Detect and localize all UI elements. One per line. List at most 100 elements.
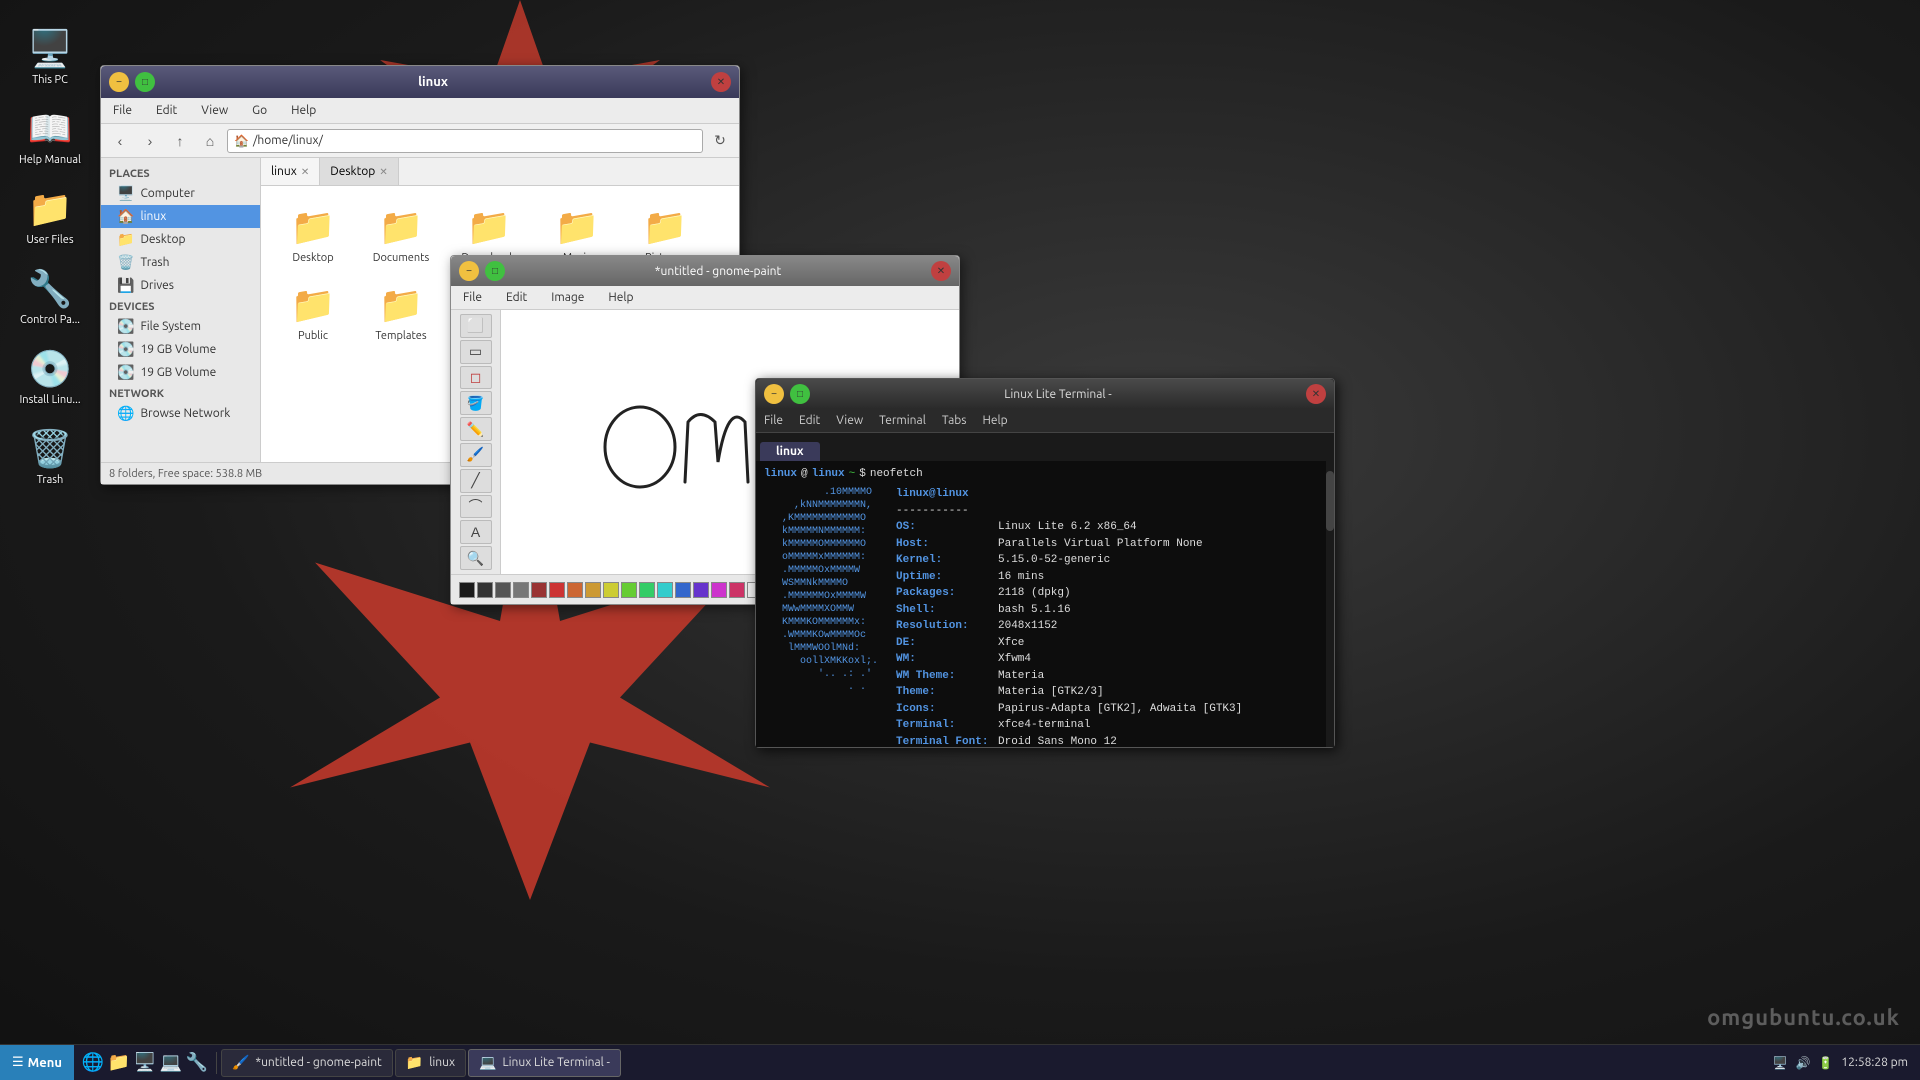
terminal-menu-terminal[interactable]: Terminal bbox=[879, 414, 926, 427]
color-swatch-yellow1[interactable] bbox=[585, 582, 601, 598]
sidebar-vol2[interactable]: 💽 19 GB Volume bbox=[101, 361, 260, 384]
terminal-body[interactable]: linux @ linux ~ $ neofetch .10MMMMO ,kNN… bbox=[756, 461, 1334, 747]
pencil-tool active[interactable]: ✏️ bbox=[460, 417, 492, 441]
color-swatch-red1[interactable] bbox=[531, 582, 547, 598]
menu-view[interactable]: View bbox=[197, 102, 232, 119]
paint-menu-help[interactable]: Help bbox=[604, 289, 637, 306]
desktop-icon-install-linux[interactable]: 💿 Install Linu... bbox=[10, 340, 90, 410]
sidebar-computer[interactable]: 🖥️ Computer bbox=[101, 182, 260, 205]
sidebar-browse-network[interactable]: 🌐 Browse Network bbox=[101, 402, 260, 425]
color-swatch-teal1[interactable] bbox=[657, 582, 673, 598]
terminal-tabs: linux bbox=[756, 433, 1334, 461]
nav-up-button[interactable]: ↑ bbox=[167, 128, 193, 154]
quicklaunch-terminal[interactable]: 💻 bbox=[160, 1052, 182, 1074]
nav-back-button[interactable]: ‹ bbox=[107, 128, 133, 154]
fill-tool[interactable]: 🪣 bbox=[460, 391, 492, 415]
places-section-title: Places bbox=[101, 164, 260, 182]
terminal-menu-edit[interactable]: Edit bbox=[799, 414, 820, 427]
file-desktop[interactable]: 📁 Desktop bbox=[273, 198, 353, 268]
terminal-menu-tabs[interactable]: Tabs bbox=[942, 414, 967, 427]
reload-button[interactable]: ↻ bbox=[707, 128, 733, 154]
paint-menu-edit[interactable]: Edit bbox=[502, 289, 531, 306]
taskbar-item-filemanager[interactable]: 📁 linux bbox=[395, 1049, 466, 1077]
color-swatch-gray2[interactable] bbox=[513, 582, 529, 598]
color-swatch-yellow2[interactable] bbox=[603, 582, 619, 598]
taskbar-item-paint[interactable]: 🖌️ *untitled - gnome-paint bbox=[221, 1049, 393, 1077]
templates-folder-label: Templates bbox=[375, 330, 426, 342]
color-swatch-dark[interactable] bbox=[477, 582, 493, 598]
menu-go[interactable]: Go bbox=[248, 102, 271, 119]
paint-menu-file[interactable]: File bbox=[459, 289, 486, 306]
minimize-button[interactable]: − bbox=[109, 72, 129, 92]
terminal-menu-help[interactable]: Help bbox=[982, 414, 1007, 427]
vol1-label: 19 GB Volume bbox=[140, 343, 216, 356]
terminal-menu-file[interactable]: File bbox=[764, 414, 783, 427]
user-files-label: User Files bbox=[26, 234, 73, 246]
taskbar-item-terminal[interactable]: 💻 Linux Lite Terminal - bbox=[468, 1049, 621, 1077]
color-swatch-green2[interactable] bbox=[639, 582, 655, 598]
brush-tool[interactable]: 🖌️ bbox=[460, 443, 492, 467]
paint-minimize-button[interactable]: − bbox=[459, 261, 479, 281]
terminal-tab-linux[interactable]: linux bbox=[760, 442, 820, 461]
rect-select-tool[interactable]: ▭ bbox=[460, 340, 492, 364]
terminal-close-button[interactable]: ✕ bbox=[1306, 384, 1326, 404]
terminal-maximize-button[interactable]: □ bbox=[790, 384, 810, 404]
text-tool[interactable]: A bbox=[460, 520, 492, 544]
tab-linux[interactable]: linux ✕ bbox=[261, 158, 320, 185]
color-swatch-green1[interactable] bbox=[621, 582, 637, 598]
sidebar-vol1[interactable]: 💽 19 GB Volume bbox=[101, 338, 260, 361]
color-swatch-purple1[interactable] bbox=[693, 582, 709, 598]
color-swatch-pink[interactable] bbox=[729, 582, 745, 598]
quicklaunch-settings[interactable]: 🔧 bbox=[186, 1052, 208, 1074]
file-documents[interactable]: 📁 Documents bbox=[361, 198, 441, 268]
tab-linux-close[interactable]: ✕ bbox=[301, 166, 309, 178]
quicklaunch-browser[interactable]: 🌐 bbox=[82, 1052, 104, 1074]
sidebar-drives[interactable]: 💾 Drives bbox=[101, 274, 260, 297]
tab-desktop[interactable]: Desktop ✕ bbox=[320, 158, 398, 185]
tab-desktop-close[interactable]: ✕ bbox=[379, 166, 387, 178]
desktop-icon-this-pc[interactable]: 🖥️ This PC bbox=[10, 20, 90, 90]
quicklaunch-monitor[interactable]: 🖥️ bbox=[134, 1052, 156, 1074]
desktop-icon-control-panel[interactable]: 🔧 Control Pa... bbox=[10, 260, 90, 330]
terminal-scrollbar-thumb[interactable] bbox=[1326, 471, 1334, 531]
color-swatch-magenta[interactable] bbox=[711, 582, 727, 598]
paint-maximize-button[interactable]: □ bbox=[485, 261, 505, 281]
nav-home-button[interactable]: ⌂ bbox=[197, 128, 223, 154]
nf-uptime-val: 16 mins bbox=[998, 569, 1044, 586]
file-templates[interactable]: 📁 Templates bbox=[361, 276, 441, 346]
menu-edit[interactable]: Edit bbox=[152, 102, 181, 119]
color-swatch-orange[interactable] bbox=[567, 582, 583, 598]
eraser-tool[interactable]: ◻ bbox=[460, 366, 492, 390]
color-swatch-blue1[interactable] bbox=[675, 582, 691, 598]
desktop-icon-help-manual[interactable]: 📖 Help Manual bbox=[10, 100, 90, 170]
sidebar-linux[interactable]: 🏠 linux bbox=[101, 205, 260, 228]
nav-forward-button[interactable]: › bbox=[137, 128, 163, 154]
line-tool[interactable]: ╱ bbox=[460, 469, 492, 493]
desktop-icon-trash[interactable]: 🗑️ Trash bbox=[10, 420, 90, 490]
address-bar[interactable]: 🏠 /home/linux/ bbox=[227, 129, 703, 153]
terminal-menu-view[interactable]: View bbox=[836, 414, 863, 427]
color-swatch-red2[interactable] bbox=[549, 582, 565, 598]
file-public[interactable]: 📁 Public bbox=[273, 276, 353, 346]
sidebar-desktop[interactable]: 📁 Desktop bbox=[101, 228, 260, 251]
paint-menu-image[interactable]: Image bbox=[547, 289, 588, 306]
paint-close-button[interactable]: ✕ bbox=[931, 261, 951, 281]
this-pc-icon: 🖥️ bbox=[26, 24, 74, 72]
desktop-icon-user-files[interactable]: 📁 User Files bbox=[10, 180, 90, 250]
close-button[interactable]: ✕ bbox=[711, 72, 731, 92]
menu-help[interactable]: Help bbox=[287, 102, 320, 119]
maximize-button[interactable]: □ bbox=[135, 72, 155, 92]
terminal-minimize-button[interactable]: − bbox=[764, 384, 784, 404]
quicklaunch-files[interactable]: 📁 bbox=[108, 1052, 130, 1074]
menu-file[interactable]: File bbox=[109, 102, 136, 119]
sidebar-trash[interactable]: 🗑️ Trash bbox=[101, 251, 260, 274]
color-swatch-black[interactable] bbox=[459, 582, 475, 598]
terminal-scrollbar[interactable] bbox=[1326, 461, 1334, 747]
prompt-hostname: linux bbox=[812, 467, 845, 482]
select-tool[interactable]: ⬜ bbox=[460, 314, 492, 338]
color-swatch-gray1[interactable] bbox=[495, 582, 511, 598]
start-menu-button[interactable]: ☰ Menu bbox=[0, 1045, 74, 1080]
zoom-tool[interactable]: 🔍 bbox=[460, 546, 492, 570]
sidebar-filesystem[interactable]: 💽 File System bbox=[101, 315, 260, 338]
curve-tool[interactable]: ⌒ bbox=[460, 495, 492, 519]
